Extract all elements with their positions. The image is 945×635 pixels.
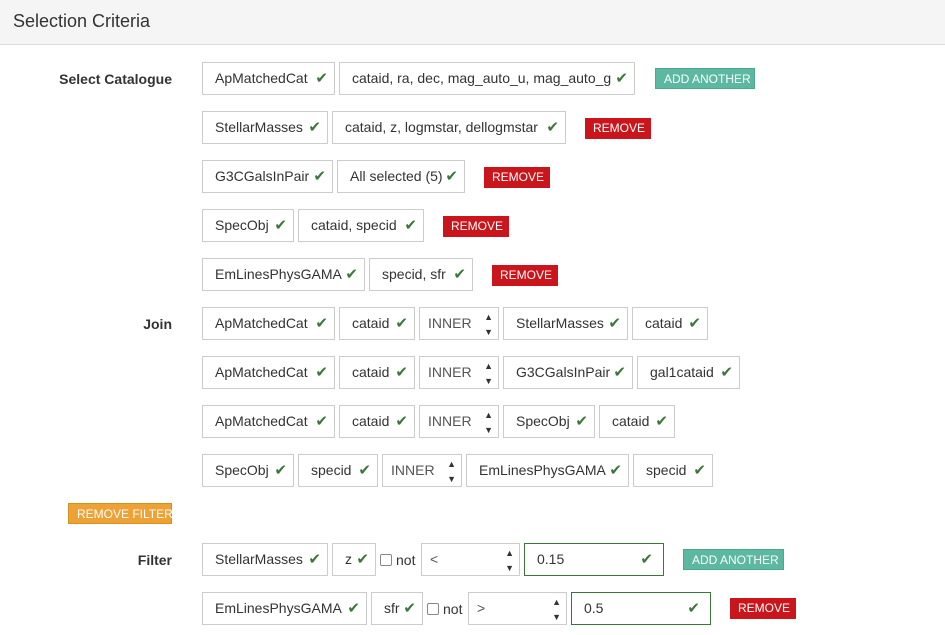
page-title: Selection Criteria bbox=[13, 11, 151, 31]
checkmark-icon: ✔ bbox=[315, 413, 328, 430]
join-right-catalogue-select[interactable]: EmLinesPhysGAMA ✔ bbox=[466, 454, 629, 487]
checkmark-icon: ✔ bbox=[453, 266, 466, 283]
updown-arrows-icon: ▲ ▼ bbox=[505, 548, 514, 573]
checkmark-icon: ✔ bbox=[608, 315, 621, 332]
checkmark-icon: ✔ bbox=[693, 462, 706, 479]
join-right-column-select[interactable]: specid ✔ bbox=[633, 454, 713, 487]
select-catalogue-label: Select Catalogue bbox=[59, 71, 172, 87]
checkmark-icon: ✔ bbox=[395, 364, 408, 381]
join-right-catalogue-select[interactable]: G3CGalsInPair ✔ bbox=[503, 356, 633, 389]
join-right-column-select[interactable]: cataid ✔ bbox=[599, 405, 675, 438]
filter-catalogue-select[interactable]: StellarMasses ✔ bbox=[202, 543, 328, 576]
filter-value-input[interactable]: 0.5 ✔ bbox=[571, 592, 711, 625]
checkmark-icon: ✔ bbox=[315, 315, 328, 332]
checkmark-icon: ✔ bbox=[613, 364, 626, 381]
checkmark-icon: ✔ bbox=[356, 551, 369, 568]
join-type-select[interactable]: INNER ▲ ▼ bbox=[419, 405, 499, 438]
filter-operator-select[interactable]: < ▲ ▼ bbox=[421, 543, 520, 576]
checkmark-icon: ✔ bbox=[640, 551, 653, 568]
checkmark-icon: ✔ bbox=[609, 462, 622, 479]
checkmark-icon: ✔ bbox=[313, 168, 326, 185]
join-right-catalogue-select[interactable]: StellarMasses ✔ bbox=[503, 307, 628, 340]
checkmark-icon: ✔ bbox=[274, 462, 287, 479]
checkmark-icon: ✔ bbox=[315, 70, 328, 87]
checkmark-icon: ✔ bbox=[615, 70, 628, 87]
updown-arrows-icon: ▲ ▼ bbox=[484, 410, 493, 435]
catalogue-select[interactable]: SpecObj ✔ bbox=[202, 209, 294, 242]
join-left-column-select[interactable]: cataid ✔ bbox=[339, 405, 415, 438]
join-left-catalogue-select[interactable]: ApMatchedCat ✔ bbox=[202, 356, 335, 389]
columns-select[interactable]: cataid, specid ✔ bbox=[298, 209, 424, 242]
filter-column-select[interactable]: z ✔ bbox=[332, 543, 376, 576]
columns-select[interactable]: cataid, z, logmstar, dellogmstar ✔ bbox=[332, 111, 566, 144]
add-another-filter-button[interactable]: ADD ANOTHER bbox=[683, 549, 784, 570]
not-checkbox[interactable] bbox=[380, 554, 392, 566]
checkmark-icon: ✔ bbox=[345, 266, 358, 283]
join-left-column-select[interactable]: cataid ✔ bbox=[339, 307, 415, 340]
remove-filter-button[interactable]: REMOVE FILTER bbox=[68, 503, 173, 524]
not-label: not bbox=[396, 552, 416, 568]
join-left-catalogue-select[interactable]: ApMatchedCat ✔ bbox=[202, 307, 335, 340]
checkmark-icon: ✔ bbox=[445, 168, 458, 185]
checkmark-icon: ✔ bbox=[655, 413, 668, 430]
join-left-catalogue-select[interactable]: ApMatchedCat ✔ bbox=[202, 405, 335, 438]
filter-column-select[interactable]: sfr ✔ bbox=[371, 592, 423, 625]
columns-select[interactable]: cataid, ra, dec, mag_auto_u, mag_auto_g ✔ bbox=[339, 62, 635, 95]
columns-select[interactable]: All selected (5) ✔ bbox=[337, 160, 465, 193]
remove-catalogue-button[interactable]: REMOVE bbox=[492, 265, 558, 286]
join-right-column-select[interactable]: gal1cataid ✔ bbox=[637, 356, 740, 389]
join-type-select[interactable]: INNER ▲ ▼ bbox=[419, 356, 499, 389]
checkmark-icon: ✔ bbox=[687, 600, 700, 617]
columns-select[interactable]: specid, sfr ✔ bbox=[369, 258, 473, 291]
join-left-catalogue-select[interactable]: SpecObj ✔ bbox=[202, 454, 294, 487]
checkmark-icon: ✔ bbox=[395, 413, 408, 430]
checkmark-icon: ✔ bbox=[347, 600, 360, 617]
remove-filter-row-button[interactable]: REMOVE bbox=[730, 598, 796, 619]
remove-catalogue-button[interactable]: REMOVE bbox=[585, 118, 651, 139]
checkmark-icon: ✔ bbox=[403, 600, 416, 617]
add-another-catalogue-button[interactable]: ADD ANOTHER bbox=[655, 68, 755, 89]
checkmark-icon: ✔ bbox=[395, 315, 408, 332]
checkmark-icon: ✔ bbox=[308, 551, 321, 568]
filter-catalogue-select[interactable]: EmLinesPhysGAMA ✔ bbox=[202, 592, 367, 625]
catalogue-select[interactable]: EmLinesPhysGAMA ✔ bbox=[202, 258, 365, 291]
checkmark-icon: ✔ bbox=[688, 315, 701, 332]
remove-catalogue-button[interactable]: REMOVE bbox=[484, 167, 550, 188]
catalogue-select[interactable]: StellarMasses ✔ bbox=[202, 111, 328, 144]
join-left-column-select[interactable]: cataid ✔ bbox=[339, 356, 415, 389]
filter-label: Filter bbox=[137, 552, 172, 568]
catalogue-select[interactable]: G3CGalsInPair ✔ bbox=[202, 160, 333, 193]
catalogue-select[interactable]: ApMatchedCat ✔ bbox=[202, 62, 335, 95]
updown-arrows-icon: ▲ ▼ bbox=[484, 312, 493, 337]
checkmark-icon: ✔ bbox=[546, 119, 559, 136]
not-checkbox[interactable] bbox=[427, 603, 439, 615]
join-type-select[interactable]: INNER ▲ ▼ bbox=[382, 454, 462, 487]
join-left-column-select[interactable]: specid ✔ bbox=[298, 454, 378, 487]
checkmark-icon: ✔ bbox=[575, 413, 588, 430]
updown-arrows-icon: ▲ ▼ bbox=[447, 459, 456, 484]
panel-heading: Selection Criteria bbox=[0, 0, 945, 45]
checkmark-icon: ✔ bbox=[308, 119, 321, 136]
join-type-select[interactable]: INNER ▲ ▼ bbox=[419, 307, 499, 340]
checkmark-icon: ✔ bbox=[720, 364, 733, 381]
remove-catalogue-button[interactable]: REMOVE bbox=[443, 216, 509, 237]
filter-value-input[interactable]: 0.15 ✔ bbox=[524, 543, 664, 576]
updown-arrows-icon: ▲ ▼ bbox=[484, 361, 493, 386]
not-label: not bbox=[443, 601, 463, 617]
checkmark-icon: ✔ bbox=[358, 462, 371, 479]
checkmark-icon: ✔ bbox=[315, 364, 328, 381]
checkmark-icon: ✔ bbox=[404, 217, 417, 234]
join-right-column-select[interactable]: cataid ✔ bbox=[632, 307, 708, 340]
updown-arrows-icon: ▲ ▼ bbox=[552, 597, 561, 622]
checkmark-icon: ✔ bbox=[274, 217, 287, 234]
filter-operator-select[interactable]: > ▲ ▼ bbox=[468, 592, 567, 625]
join-label: Join bbox=[143, 316, 172, 332]
join-right-catalogue-select[interactable]: SpecObj ✔ bbox=[503, 405, 595, 438]
